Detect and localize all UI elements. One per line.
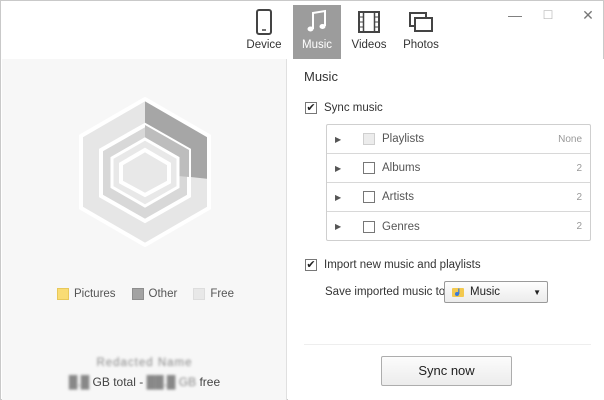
music-category-list: ▶ Playlists None ▶ Albums 2 ▶ Artists 2 … — [326, 124, 591, 241]
music-note-icon — [293, 7, 341, 37]
total-suffix: GB total — [92, 375, 136, 389]
checkbox-icon[interactable] — [363, 162, 375, 174]
category-label: Artists — [382, 191, 414, 203]
checkbox-icon[interactable] — [363, 220, 375, 233]
list-item-playlists[interactable]: ▶ Playlists None — [327, 125, 590, 154]
storage-legend: Pictures Other Free — [57, 288, 234, 300]
checkbox-checked-icon[interactable]: ✔ — [305, 259, 317, 271]
tab-label: Photos — [403, 39, 439, 51]
import-music-label: Import new music and playlists — [324, 259, 481, 271]
other-swatch — [131, 288, 144, 300]
expand-arrow-icon[interactable]: ▶ — [335, 135, 355, 144]
sync-music-checkbox[interactable]: ✔ Sync music — [305, 102, 383, 114]
minimize-button[interactable]: — — [505, 5, 525, 25]
category-count: 2 — [576, 221, 582, 232]
device-name: Redacted Name — [96, 357, 193, 369]
legend-item-pictures: Pictures — [57, 288, 116, 300]
legend-label: Free — [210, 288, 234, 300]
maximize-button[interactable]: ☐ — [538, 5, 558, 25]
tab-label: Videos — [351, 39, 387, 51]
tab-label: Device — [246, 39, 282, 51]
legend-label: Other — [148, 288, 178, 300]
photos-icon — [397, 7, 445, 37]
category-count: None — [558, 133, 582, 145]
category-label: Genres — [382, 220, 420, 233]
free-capacity: ██.█ GB — [146, 375, 197, 389]
list-item-artists[interactable]: ▶ Artists 2 — [327, 183, 590, 212]
checkbox-disabled-icon — [363, 133, 375, 145]
category-label: Playlists — [382, 133, 425, 145]
category-label: Albums — [382, 162, 421, 174]
close-button[interactable]: ✕ — [578, 5, 598, 25]
storage-summary: █.█ GB total - ██.█ GB free — [2, 375, 287, 389]
expand-arrow-icon[interactable]: ▶ — [335, 193, 355, 202]
category-count: 2 — [576, 191, 582, 203]
free-suffix: free — [199, 375, 221, 389]
section-title: Music — [304, 69, 338, 84]
music-folder-icon — [452, 286, 464, 298]
tab-photos[interactable]: Photos — [397, 5, 445, 59]
top-navigation: Device Music Videos Photos — ☐ ✕ — [1, 1, 603, 59]
import-music-checkbox[interactable]: ✔ Import new music and playlists — [305, 259, 481, 271]
separator: - — [139, 375, 144, 389]
save-to-label: Save imported music to — [325, 286, 446, 298]
tab-device[interactable]: Device — [240, 5, 288, 59]
divider — [304, 344, 591, 345]
storage-chart — [79, 97, 211, 247]
expand-arrow-icon[interactable]: ▶ — [335, 164, 355, 173]
checkbox-icon[interactable] — [363, 191, 375, 203]
sync-music-label: Sync music — [324, 102, 383, 114]
expand-arrow-icon[interactable]: ▶ — [335, 222, 355, 231]
dropdown-value: Music — [470, 286, 501, 298]
phone-icon — [240, 7, 288, 37]
window: Device Music Videos Photos — ☐ ✕ Picture… — [0, 0, 604, 400]
tab-label: Music — [301, 39, 333, 51]
checkbox-checked-icon[interactable]: ✔ — [305, 102, 317, 114]
save-location-dropdown[interactable]: Music ▼ — [444, 281, 548, 303]
film-icon — [345, 7, 393, 37]
storage-panel: Pictures Other Free Redacted Name █.█ GB… — [2, 59, 287, 400]
legend-label: Pictures — [74, 288, 116, 300]
tab-music[interactable]: Music — [293, 5, 341, 59]
legend-item-other: Other — [131, 288, 178, 300]
list-item-genres[interactable]: ▶ Genres 2 — [327, 212, 590, 241]
pictures-swatch — [57, 288, 69, 300]
list-item-albums[interactable]: ▶ Albums 2 — [327, 154, 590, 183]
free-swatch — [193, 288, 206, 300]
chevron-down-icon: ▼ — [533, 287, 541, 297]
sync-now-button[interactable]: Sync now — [381, 356, 512, 386]
legend-item-free: Free — [193, 288, 234, 300]
tab-videos[interactable]: Videos — [345, 5, 393, 59]
category-count: 2 — [576, 162, 582, 174]
total-capacity: █.█ — [68, 375, 90, 389]
music-settings-panel: Music ✔ Sync music ▶ Playlists None ▶ Al… — [288, 59, 604, 400]
